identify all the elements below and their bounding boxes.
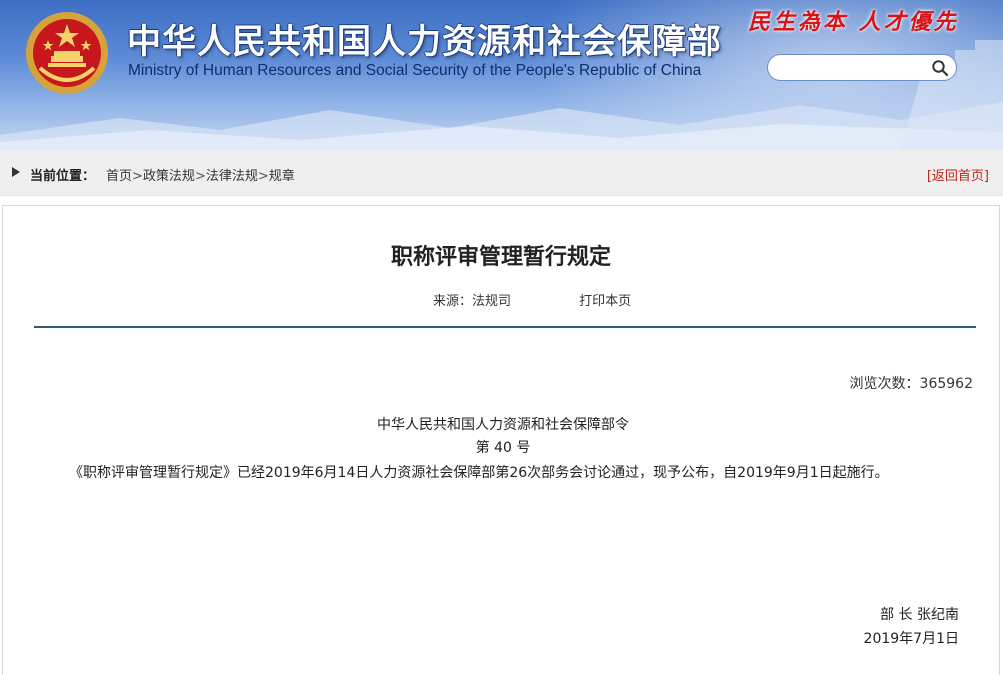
- article-meta: 来源：法规司 打印本页: [433, 290, 631, 309]
- breadcrumb-label: 当前位置：: [30, 169, 96, 184]
- breadcrumb-regulations[interactable]: 规章: [269, 169, 295, 184]
- title-divider: [34, 326, 976, 328]
- national-emblem-icon: [26, 12, 108, 94]
- breadcrumb-bar: 当前位置： 首页>政策法规>法律法规>规章 [返回首页]: [0, 150, 1003, 196]
- breadcrumb-laws[interactable]: 法律法规: [206, 169, 258, 184]
- order-heading: 中华人民共和国人力资源和社会保障部令: [377, 417, 629, 433]
- search-input[interactable]: [780, 58, 934, 79]
- signatory: 部 长 张纪南: [880, 607, 959, 623]
- header-banner: 中华人民共和国人力资源和社会保障部 Ministry of Human Reso…: [0, 0, 1003, 150]
- great-wall-decoration: [900, 40, 1003, 150]
- article-paragraph: 《职称评审管理暂行规定》已经2019年6月14日人力资源社会保障部第26次部务会…: [69, 465, 889, 481]
- signing-date: 2019年7月1日: [863, 631, 959, 647]
- breadcrumb: 首页>政策法规>法律法规>规章: [106, 165, 295, 184]
- print-page-link[interactable]: 打印本页: [579, 294, 631, 309]
- breadcrumb-policy[interactable]: 政策法规: [143, 169, 195, 184]
- slogan: 民生為本 人才優先: [748, 9, 959, 35]
- article-source: 来源：法规司: [433, 294, 512, 309]
- breadcrumb-separator: >: [257, 169, 269, 184]
- article-panel: 职称评审管理暂行规定 来源：法规司 打印本页 浏览次数：365962 中华人民共…: [2, 205, 1000, 675]
- breadcrumb-separator: >: [132, 169, 143, 184]
- back-home-link[interactable]: [返回首页]: [927, 165, 989, 184]
- order-number: 第 40 号: [475, 440, 531, 456]
- view-count: 浏览次数：365962: [849, 376, 973, 392]
- breadcrumb-home[interactable]: 首页: [106, 169, 132, 184]
- search-box: [767, 54, 957, 81]
- banner-mountains: [0, 102, 1003, 150]
- search-icon[interactable]: [931, 59, 949, 77]
- ministry-title-en: Ministry of Human Resources and Social S…: [128, 62, 702, 79]
- breadcrumb-separator: >: [194, 169, 206, 184]
- article-title: 职称评审管理暂行规定: [390, 245, 611, 270]
- triangle-right-icon: [12, 167, 20, 177]
- ministry-title-cn: 中华人民共和国人力资源和社会保障部: [127, 22, 722, 62]
